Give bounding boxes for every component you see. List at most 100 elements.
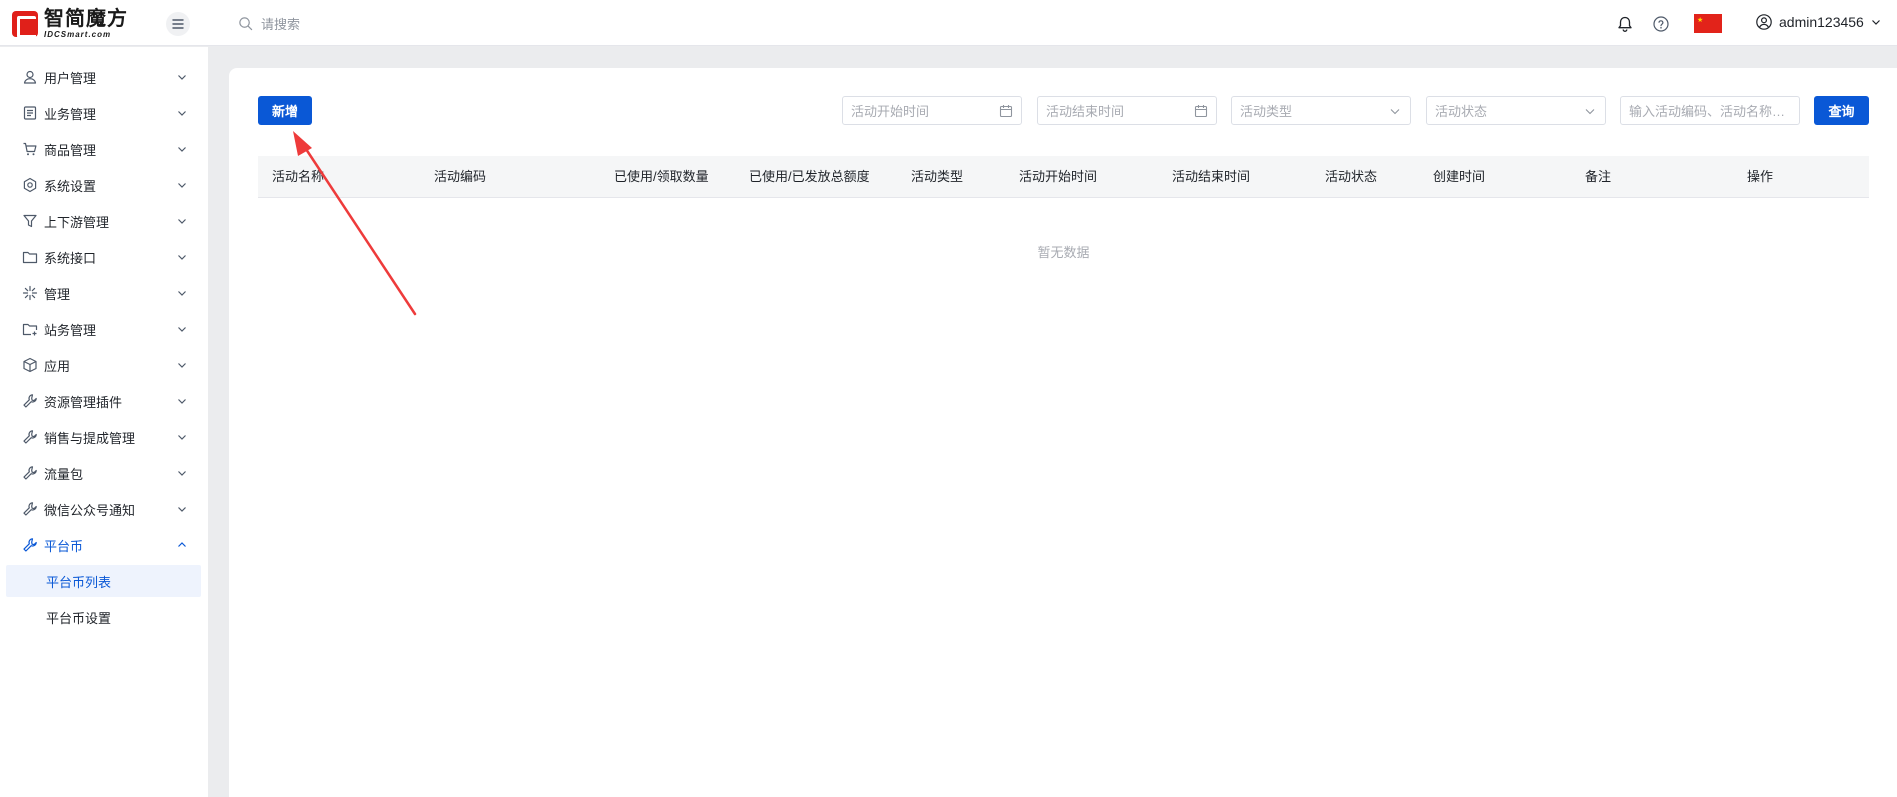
logo[interactable]: 智简魔方 IDCSmart.com — [12, 8, 128, 39]
sidebar-item-label: 流量包 — [44, 466, 84, 482]
table-header: 活动名称 活动编码 已使用/领取数量 已使用/已发放总额度 活动类型 活动开始时… — [258, 156, 1869, 198]
wrench-icon — [23, 430, 37, 444]
logo-text-cn: 智简魔方 — [44, 8, 128, 30]
sidebar-item-traffic-package[interactable]: 流量包 — [0, 455, 208, 491]
logo-mark-icon — [12, 11, 38, 38]
sidebar-item-label: 销售与提成管理 — [44, 430, 136, 446]
sidebar-subitem-label: 平台币列表 — [46, 574, 112, 590]
sidebar-item-wechat-notify[interactable]: 微信公众号通知 — [0, 491, 208, 527]
logo-text-en: IDCSmart.com — [44, 30, 112, 39]
column-header: 活动开始时间 — [1019, 169, 1098, 184]
sidebar-item-label: 系统设置 — [44, 178, 97, 194]
cart-icon — [23, 142, 37, 156]
column-header: 已使用/已发放总额度 — [749, 169, 870, 184]
sidebar-item-label: 商品管理 — [44, 142, 97, 158]
activity-status-placeholder: 活动状态 — [1435, 104, 1488, 119]
end-time-picker[interactable]: 活动结束时间 — [1037, 96, 1217, 125]
chevron-down-icon — [178, 363, 186, 368]
bell-icon[interactable] — [1616, 15, 1634, 33]
global-search[interactable]: 请搜索 — [238, 14, 300, 33]
column-header: 活动类型 — [911, 169, 964, 184]
sidebar-item-label: 应用 — [44, 358, 71, 374]
sidebar: 用户管理 业务管理 商品管理 系统设置 上下游管理 系统接口 管理 站务管理 应 — [0, 47, 208, 797]
activity-status-select[interactable]: 活动状态 — [1426, 96, 1606, 125]
menu-toggle-button[interactable] — [166, 12, 190, 36]
sidebar-item-resource-plugin[interactable]: 资源管理插件 — [0, 383, 208, 419]
sidebar-item-label: 系统接口 — [44, 250, 97, 266]
search-input[interactable]: 请搜索 — [261, 14, 300, 33]
column-header: 已使用/领取数量 — [614, 169, 709, 184]
sidebar-item-label: 业务管理 — [44, 106, 97, 122]
activity-type-select[interactable]: 活动类型 — [1231, 96, 1411, 125]
column-header: 操作 — [1747, 169, 1774, 184]
chevron-down-icon — [178, 183, 186, 188]
end-time-placeholder: 活动结束时间 — [1046, 104, 1125, 119]
sidebar-subitem-coin-settings[interactable]: 平台币设置 — [6, 601, 201, 633]
sidebar-item-upstream-downstream[interactable]: 上下游管理 — [0, 203, 208, 239]
user-icon — [23, 70, 37, 84]
sidebar-item-sales-commission[interactable]: 销售与提成管理 — [0, 419, 208, 455]
start-time-placeholder: 活动开始时间 — [851, 104, 930, 119]
empty-state-text: 暂无数据 — [1037, 245, 1090, 260]
sidebar-item-business-management[interactable]: 业务管理 — [0, 95, 208, 131]
sidebar-item-management[interactable]: 管理 — [0, 275, 208, 311]
wrench-icon — [23, 502, 37, 516]
calendar-icon — [999, 104, 1013, 117]
chevron-down-icon — [178, 75, 186, 80]
keyword-placeholder: 输入活动编码、活动名称查... — [1629, 104, 1791, 119]
calendar-icon — [1194, 104, 1208, 117]
chevron-down-icon — [178, 435, 186, 440]
start-time-picker[interactable]: 活动开始时间 — [842, 96, 1022, 125]
sidebar-subitem-coin-list[interactable]: 平台币列表 — [6, 565, 201, 597]
chevron-down-icon — [178, 507, 186, 512]
add-button[interactable]: 新增 — [258, 96, 312, 125]
sparkle-icon — [22, 285, 38, 301]
folder-plus-icon — [22, 323, 38, 336]
filter-icon — [23, 214, 37, 228]
sidebar-item-product-management[interactable]: 商品管理 — [0, 131, 208, 167]
query-button[interactable]: 查询 — [1814, 96, 1869, 125]
sidebar-item-site-management[interactable]: 站务管理 — [0, 311, 208, 347]
top-bar: 智简魔方 IDCSmart.com 请搜索 ★ admin123456 — [0, 0, 1897, 46]
user-circle-icon — [1756, 14, 1772, 30]
search-icon — [239, 17, 253, 31]
folder-icon — [22, 251, 38, 264]
chevron-down-icon — [1871, 20, 1880, 25]
sidebar-item-label: 上下游管理 — [44, 214, 110, 230]
username: admin123456 — [1779, 14, 1864, 30]
column-header: 备注 — [1585, 169, 1612, 184]
sidebar-item-user-management[interactable]: 用户管理 — [0, 59, 208, 95]
menu-icon — [172, 19, 184, 29]
china-flag-icon[interactable]: ★ — [1694, 14, 1722, 33]
sidebar-item-label: 资源管理插件 — [44, 394, 123, 410]
sidebar-item-platform-coin[interactable]: 平台币 — [0, 527, 208, 563]
chevron-down-icon — [1390, 108, 1400, 114]
chevron-down-icon — [178, 147, 186, 152]
sidebar-item-label: 站务管理 — [44, 322, 97, 338]
sidebar-item-label: 平台币 — [44, 538, 84, 554]
column-header: 活动名称 — [272, 169, 325, 184]
chevron-down-icon — [178, 219, 186, 224]
sidebar-item-label: 管理 — [44, 286, 71, 302]
chevron-down-icon — [178, 255, 186, 260]
chevron-down-icon — [178, 327, 186, 332]
column-header: 活动结束时间 — [1172, 169, 1251, 184]
sidebar-item-label: 用户管理 — [44, 70, 97, 86]
user-menu[interactable]: admin123456 — [1755, 13, 1882, 31]
sidebar-item-apps[interactable]: 应用 — [0, 347, 208, 383]
sidebar-subitem-label: 平台币设置 — [46, 610, 112, 626]
wrench-icon — [23, 394, 37, 408]
column-header: 创建时间 — [1433, 169, 1486, 184]
keyword-input[interactable]: 输入活动编码、活动名称查... — [1620, 96, 1800, 125]
column-header: 活动编码 — [434, 169, 487, 184]
chevron-up-icon — [178, 542, 186, 547]
sidebar-item-system-settings[interactable]: 系统设置 — [0, 167, 208, 203]
sidebar-item-label: 微信公众号通知 — [44, 502, 136, 518]
column-header: 活动状态 — [1325, 169, 1378, 184]
wrench-icon — [23, 466, 37, 480]
help-icon[interactable] — [1652, 15, 1670, 33]
chevron-down-icon — [178, 399, 186, 404]
gear-icon — [23, 177, 37, 193]
sidebar-item-system-interface[interactable]: 系统接口 — [0, 239, 208, 275]
chevron-down-icon — [178, 111, 186, 116]
